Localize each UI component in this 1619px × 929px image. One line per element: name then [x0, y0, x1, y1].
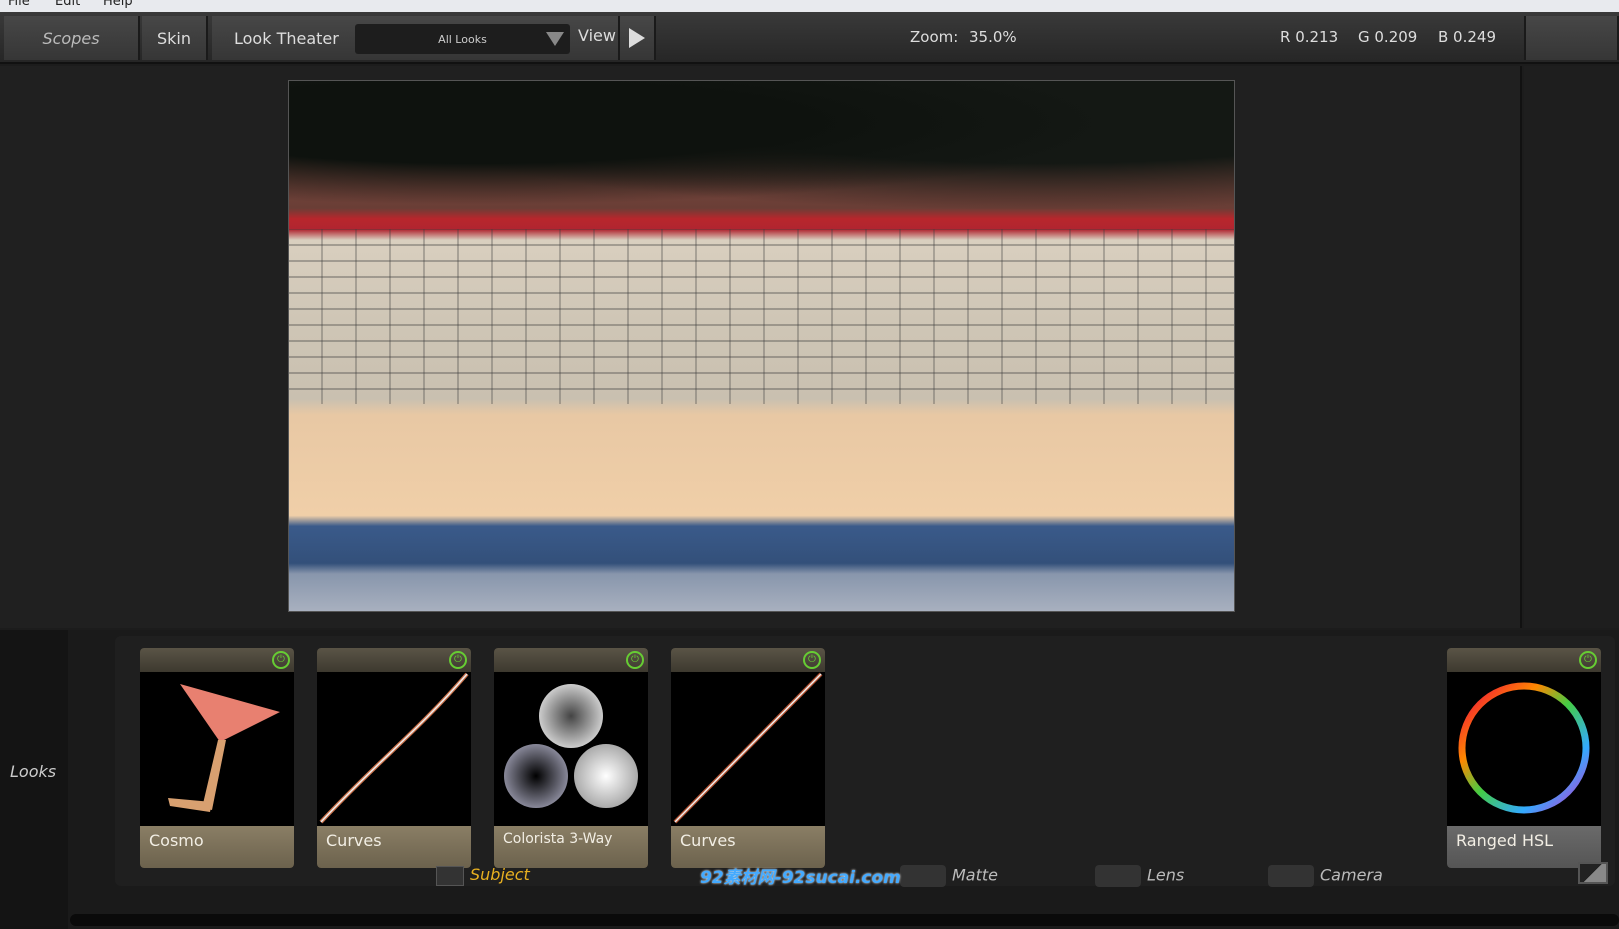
subject-label: Subject — [470, 865, 530, 884]
right-panel — [1524, 66, 1619, 628]
camera-icon — [1095, 865, 1141, 887]
tool-name: Cosmo — [140, 826, 294, 868]
tool-name: Colorista 3-Way — [494, 826, 648, 868]
tool-name: Curves — [317, 826, 471, 868]
tool-card-curves[interactable]: ⏻ Curves — [317, 648, 471, 868]
looks-dropdown-value: All Looks — [438, 32, 487, 46]
menu-file[interactable]: File — [8, 0, 30, 9]
menu-bar: File Edit Help — [0, 0, 1619, 12]
menu-edit[interactable]: Edit — [55, 0, 80, 9]
power-icon[interactable]: ⏻ — [449, 651, 467, 669]
looks-label: Looks — [10, 762, 57, 781]
toolbar: Scopes Skin Look Theater All Looks View … — [0, 12, 1619, 64]
zoom-label: Zoom: — [910, 28, 959, 46]
look-builder: Looks ⏻ Cosmo ⏻ Curves ⏻ Colorista 3-Way… — [0, 630, 1619, 929]
category-subject[interactable]: Subject — [436, 865, 530, 886]
looks-sidebar: Looks — [0, 630, 68, 929]
watermark: 92素材网-92sucai.com — [700, 868, 901, 888]
viewer — [0, 66, 1522, 628]
horizontal-scrollbar[interactable] — [70, 914, 1619, 926]
r-value: R 0.213 — [1280, 28, 1339, 46]
curves-icon — [673, 672, 823, 824]
look-theater-label: Look Theater — [234, 28, 339, 48]
foliage — [289, 81, 1234, 219]
brick-texture — [289, 229, 1234, 405]
cosmo-icon — [168, 684, 280, 812]
tool-name: Curves — [671, 826, 825, 868]
play-icon — [629, 28, 645, 48]
scopes-button[interactable]: Scopes — [4, 16, 140, 60]
menu-help[interactable]: Help — [103, 0, 133, 9]
camera-icon — [900, 865, 946, 887]
play-button[interactable] — [620, 16, 656, 60]
lens-label: Lens — [1147, 865, 1185, 885]
skin-button[interactable]: Skin — [142, 16, 208, 60]
camera-label: Camera — [1320, 865, 1383, 885]
g-value: G 0.209 — [1358, 28, 1418, 46]
zoom-value: 35.0% — [969, 28, 1017, 46]
category-lens[interactable]: Lens — [1095, 865, 1184, 887]
category-camera[interactable]: Camera — [1268, 865, 1383, 887]
b-value: B 0.249 — [1438, 28, 1497, 46]
view-label: View — [578, 26, 616, 45]
power-icon[interactable]: ⏻ — [272, 651, 290, 669]
person-icon — [436, 865, 464, 886]
matte-label: Matte — [952, 865, 998, 885]
tool-card-colorista[interactable]: ⏻ Colorista 3-Way — [494, 648, 648, 868]
preview-image[interactable] — [288, 80, 1235, 612]
curves-icon — [319, 672, 469, 824]
split-view-icon[interactable] — [1578, 862, 1608, 884]
camera-icon — [1268, 865, 1314, 887]
hue-ring-icon — [1458, 682, 1590, 814]
color-wheels-icon — [504, 684, 638, 808]
power-icon[interactable]: ⏻ — [1579, 651, 1597, 669]
power-icon[interactable]: ⏻ — [803, 651, 821, 669]
right-toolbar-button[interactable] — [1524, 16, 1619, 60]
power-icon[interactable]: ⏻ — [626, 651, 644, 669]
tool-card-ranged-hsl[interactable]: ⏻ Ranged HSL — [1447, 648, 1601, 868]
looks-dropdown[interactable]: All Looks — [355, 24, 570, 54]
tool-card-cosmo[interactable]: ⏻ Cosmo — [140, 648, 294, 868]
dropdown-arrow-icon — [546, 32, 564, 46]
category-matte[interactable]: Matte — [900, 865, 998, 887]
tool-card-curves-2[interactable]: ⏻ Curves — [671, 648, 825, 868]
